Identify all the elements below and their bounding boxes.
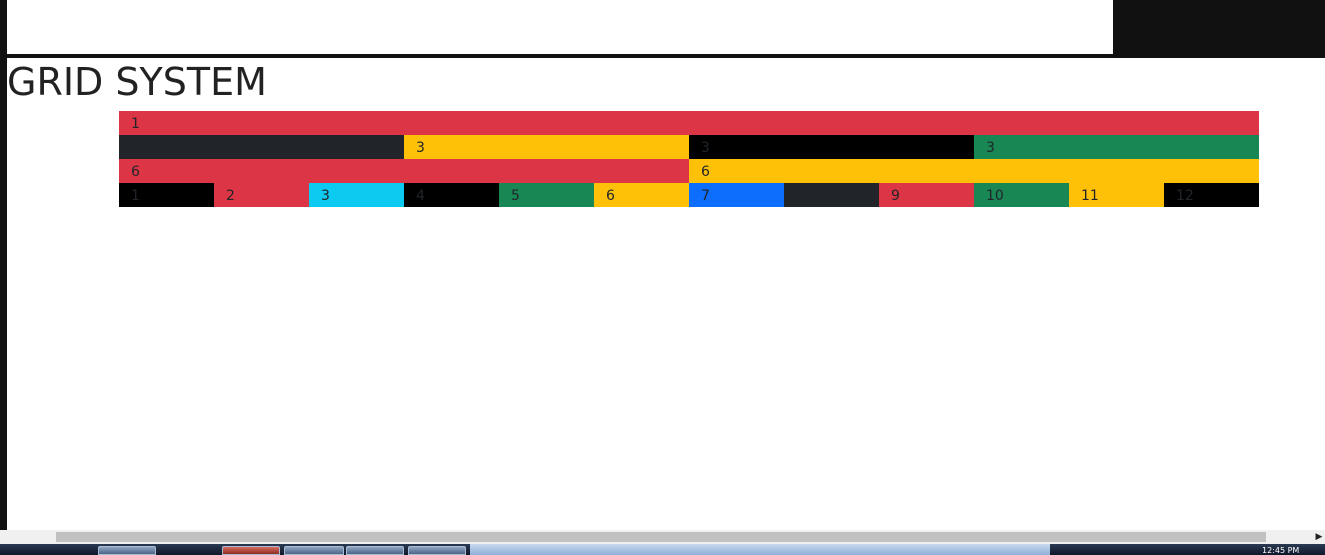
grid-col: 6 — [689, 159, 1259, 183]
grid-row-halves: 6 6 — [119, 159, 1259, 183]
grid-col: 11 — [1069, 183, 1164, 207]
grid-col: 3 — [309, 183, 404, 207]
grid-col: 3 — [689, 135, 974, 159]
taskbar-app-button[interactable] — [346, 546, 404, 555]
grid-col: 1 — [119, 111, 1259, 135]
taskbar-app-button[interactable] — [284, 546, 344, 555]
scrollbar-thumb[interactable] — [56, 532, 1266, 542]
grid-col: 1 — [119, 183, 214, 207]
grid-col — [784, 183, 879, 207]
grid-row-full: 1 — [119, 111, 1259, 135]
grid-col — [119, 135, 404, 159]
grid-row-twelfths: 1 2 3 4 5 6 7 9 10 11 12 — [119, 183, 1259, 207]
grid-col: 3 — [404, 135, 689, 159]
grid-container: 1 3 3 3 6 6 1 2 3 4 5 6 7 9 10 11 12 — [119, 111, 1259, 207]
taskbar-browser-icon[interactable] — [222, 546, 280, 555]
page-title: GRID SYSTEM — [7, 60, 267, 104]
taskbar-app-button[interactable] — [98, 546, 156, 555]
header-area — [7, 0, 1113, 54]
grid-col: 2 — [214, 183, 309, 207]
window-left-edge — [0, 0, 7, 530]
taskbar-app-button[interactable] — [408, 546, 466, 555]
grid-col: 7 — [689, 183, 784, 207]
grid-row-quarters: 3 3 3 — [119, 135, 1259, 159]
scroll-right-arrow-icon[interactable]: ▶ — [1313, 530, 1325, 544]
grid-col: 4 — [404, 183, 499, 207]
taskbar-clock: 12:45 PM — [1262, 546, 1300, 555]
grid-col: 12 — [1164, 183, 1259, 207]
grid-col: 6 — [119, 159, 689, 183]
grid-col: 9 — [879, 183, 974, 207]
taskbar-open-windows[interactable] — [470, 544, 1050, 555]
app-window: GRID SYSTEM 1 3 3 3 6 6 1 2 3 4 5 6 7 9 … — [0, 0, 1325, 555]
grid-col: 5 — [499, 183, 594, 207]
header-dark-panel — [1113, 0, 1325, 58]
grid-col: 6 — [594, 183, 689, 207]
grid-col: 3 — [974, 135, 1259, 159]
grid-col: 10 — [974, 183, 1069, 207]
